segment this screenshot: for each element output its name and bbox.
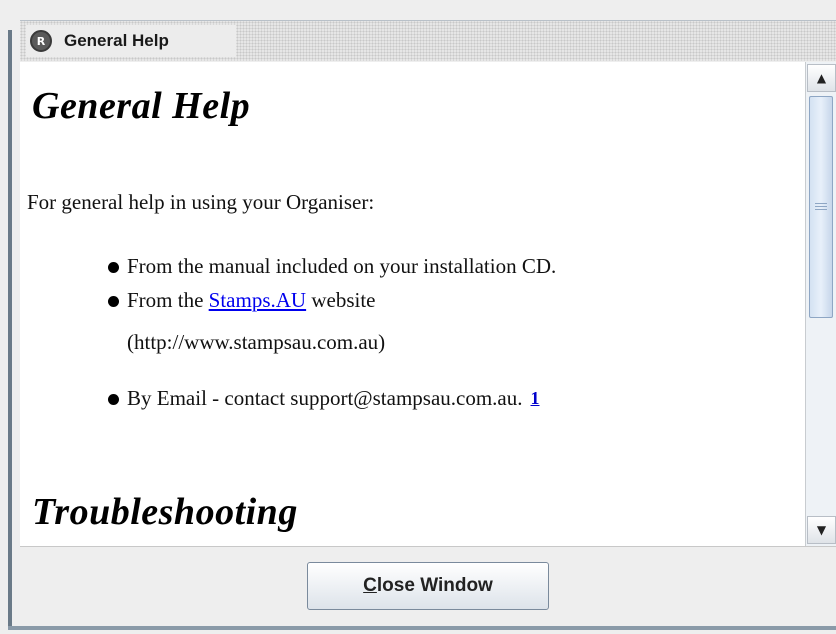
window-left-border bbox=[8, 30, 12, 626]
bullet-icon bbox=[108, 394, 119, 405]
bullet-icon bbox=[108, 262, 119, 273]
window-frame: R General Help General Help For general … bbox=[0, 0, 836, 634]
scroll-down-button[interactable]: ▼ bbox=[807, 516, 836, 544]
title-bar[interactable]: R General Help bbox=[20, 20, 836, 61]
window-title: General Help bbox=[64, 31, 169, 50]
bullet-text-prefix: From the bbox=[127, 288, 209, 312]
help-content-pane[interactable]: General Help For general help in using y… bbox=[20, 62, 805, 546]
button-panel: Close Window bbox=[20, 546, 836, 626]
bullet-text: By Email - contact support@stampsau.com.… bbox=[127, 386, 523, 410]
scroll-up-arrow-icon: ▲ bbox=[816, 71, 827, 85]
list-item: From the manual included on your install… bbox=[108, 248, 556, 284]
list-item: By Email - contact support@stampsau.com.… bbox=[108, 380, 540, 416]
heading-troubleshooting: Troubleshooting bbox=[32, 491, 298, 533]
intro-text: For general help in using your Organiser… bbox=[27, 190, 375, 214]
vertical-scrollbar[interactable]: ▲ ▼ bbox=[805, 62, 836, 546]
list-item: From the Stamps.AU website bbox=[108, 282, 376, 318]
bullet-text: From the manual included on your install… bbox=[127, 254, 557, 278]
title-plate: R General Help bbox=[26, 25, 236, 57]
close-button-label: lose Window bbox=[376, 575, 493, 596]
list-item-continuation: (http://www.stampsau.com.au) bbox=[127, 324, 385, 360]
stamps-au-link[interactable]: Stamps.AU bbox=[209, 288, 306, 312]
bullet-text: From the Stamps.AU website bbox=[127, 282, 376, 318]
bullet-icon bbox=[108, 296, 119, 307]
close-button-mnemonic: C bbox=[363, 575, 377, 596]
window-bottom-border bbox=[8, 626, 836, 630]
scroll-down-arrow-icon: ▼ bbox=[816, 523, 827, 537]
thumb-grip-line bbox=[815, 203, 827, 204]
website-url-text: (http://www.stampsau.com.au) bbox=[127, 330, 386, 354]
scroll-thumb[interactable] bbox=[809, 96, 833, 318]
scroll-up-button[interactable]: ▲ bbox=[807, 64, 836, 92]
close-window-button[interactable]: Close Window bbox=[307, 562, 549, 610]
footnote-link[interactable]: 1 bbox=[531, 380, 540, 416]
thumb-grip-line bbox=[815, 206, 827, 207]
bullet-text-suffix: website bbox=[306, 288, 376, 312]
heading-general-help: General Help bbox=[32, 85, 251, 127]
app-logo-icon[interactable]: R bbox=[30, 30, 52, 52]
thumb-grip-line bbox=[815, 209, 827, 210]
